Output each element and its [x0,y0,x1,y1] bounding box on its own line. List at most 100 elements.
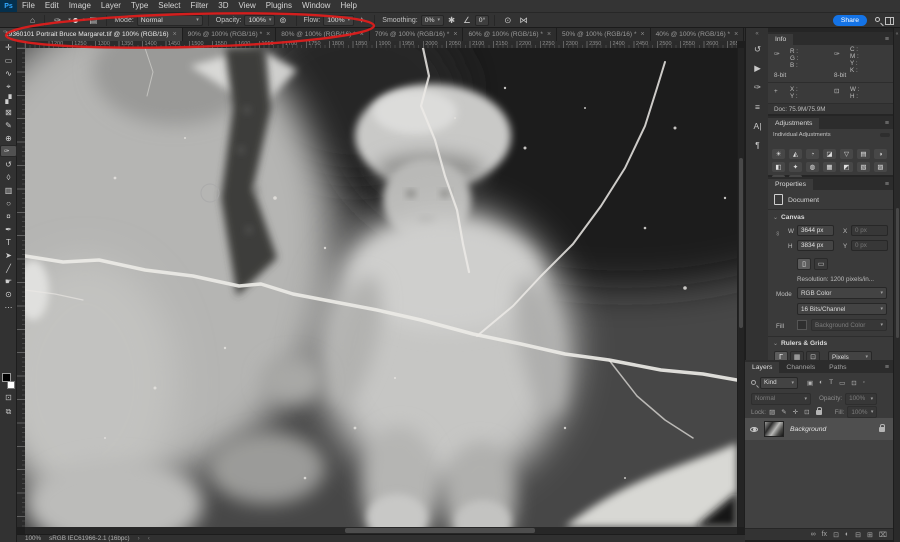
search-icon[interactable] [875,17,880,22]
delete-layer-icon[interactable]: ⌧ [879,531,887,539]
adjustment-color-lookup-icon[interactable]: ▦ [823,162,836,172]
pressure-opacity-icon[interactable]: ⊚ [279,13,286,27]
menu-file[interactable]: File [17,0,40,12]
lock-position-icon[interactable]: ✛ [793,408,798,416]
tab-close-icon[interactable]: × [173,31,177,38]
menu-select[interactable]: Select [153,0,185,12]
menu-type[interactable]: Type [126,0,153,12]
vertical-ruler[interactable] [17,48,25,527]
layer-mask-icon[interactable]: ⊡ [833,531,839,539]
brush-preset-icon[interactable]: ✑ [54,13,61,27]
marquee-tool[interactable]: ▭ [0,54,17,67]
bit-depth-select[interactable]: 16 Bits/Channel▾ [797,303,887,315]
pen-tool[interactable]: ✒ [0,223,17,236]
layer-effects-icon[interactable]: fx [822,531,827,538]
opacity-select[interactable]: 100%▾ [244,15,275,26]
adjustment-layer-icon[interactable]: ◐ [845,531,849,538]
workspace-switcher-icon[interactable] [885,17,894,25]
shape-tool[interactable]: ╱ [0,262,17,275]
tab-info[interactable]: Info [768,34,793,45]
history-brush-tool[interactable]: ↺ [0,158,17,171]
canvas-height-field[interactable]: 3834 px [797,240,834,251]
brush-tip-preview[interactable] [73,18,78,23]
fill-swatch[interactable] [797,320,807,330]
zoom-tool[interactable]: ⊙ [0,288,17,301]
vertical-scrollbar[interactable] [738,48,744,527]
adjustment-black-white-icon[interactable]: ◧ [772,162,785,172]
orientation-landscape-button[interactable]: ▭ [814,258,828,270]
ruler-origin-corner[interactable] [17,41,25,48]
filter-pixel-layers-icon[interactable]: ▣ [807,379,813,387]
lock-paint-icon[interactable]: ✎ [781,408,786,416]
menu-view[interactable]: View [234,0,261,12]
panel-menu-icon[interactable]: ≡ [885,364,889,371]
tab-close-icon[interactable]: × [734,31,738,38]
libraries-panel-icon[interactable]: ≡ [746,97,769,116]
adjustment-invert-icon[interactable]: ◩ [840,162,853,172]
menu-3d[interactable]: 3D [213,0,233,12]
tab-close-icon[interactable]: × [641,31,645,38]
brush-settings-toggle-icon[interactable]: ▤ [89,13,97,27]
move-tool[interactable]: ✛ [0,41,17,54]
horizontal-scrollbar[interactable] [25,527,737,534]
filter-shape-layers-icon[interactable]: ▭ [839,379,845,387]
hand-tool[interactable]: ☛ [0,275,17,288]
brush-size-caret[interactable]: ▾ [83,17,86,23]
layer-group-icon[interactable]: ⊟ [855,531,861,539]
actions-panel-icon[interactable]: ▶ [746,59,769,78]
adjustment-exposure-icon[interactable]: ◪ [823,149,836,159]
type-tool[interactable]: T [0,236,17,249]
tab-close-icon[interactable]: × [547,31,551,38]
smoothing-options-gear-icon[interactable]: ✱ [448,13,455,27]
adjustment-curves-icon[interactable]: ◔ [806,149,819,159]
adjustment-posterize-icon[interactable]: ▧ [857,162,870,172]
brush-preset-caret[interactable]: ▾ [68,17,71,23]
frame-tool[interactable]: ⊠ [0,106,17,119]
adjustment-levels-icon[interactable]: ◭ [789,149,802,159]
eraser-tool[interactable]: ◊ [0,171,17,184]
orientation-portrait-button[interactable]: ▯ [797,258,811,270]
paragraph-panel-icon[interactable]: ¶ [746,135,769,154]
share-button[interactable]: Share [833,15,867,26]
character-panel-icon[interactable]: A| [746,116,769,135]
dodge-tool[interactable]: ¤ [0,210,17,223]
brush-settings-panel-icon[interactable]: ✑ [746,78,769,97]
canvas-section-header[interactable]: ⌄Canvas [773,214,805,221]
adjustment-channel-mixer-icon[interactable]: ◍ [806,162,819,172]
symmetry-icon[interactable]: ⋈ [519,13,528,27]
spot-healing-brush-tool[interactable]: ⊕ [0,132,17,145]
screen-mode-icon[interactable]: ⧉ [0,407,17,417]
menu-layer[interactable]: Layer [96,0,126,12]
adjustment-photo-filter-icon[interactable]: ✦ [789,162,802,172]
gradient-tool[interactable]: ▥ [0,184,17,197]
adjustment-color-balance-icon[interactable]: ◑ [874,149,887,159]
layer-filter-kind-select[interactable]: Kind▾ [760,377,798,389]
link-dimensions-icon[interactable]: ∞ [774,231,781,236]
panel-scrollbar-thumb[interactable] [896,208,899,338]
document-tab-1[interactable]: 90% @ 100% (RGB/16) *× [183,28,277,41]
lock-all-icon[interactable] [816,410,822,415]
status-popup-chevron-left[interactable]: ‹ [148,535,150,542]
edit-toolbar[interactable]: ⋯ [0,301,17,314]
canvas-width-field[interactable]: 3644 px [797,225,834,236]
brush-tool[interactable]: ✑ [0,145,17,157]
document-tab-0[interactable]: 19360101 Portrait Bruce Margaret.tif @ 1… [0,28,183,41]
menu-help[interactable]: Help [335,0,361,12]
pressure-size-icon[interactable]: ⊙ [504,13,511,27]
menu-edit[interactable]: Edit [40,0,64,12]
panel-menu-icon[interactable]: ≡ [885,36,889,43]
collapse-dock-icon[interactable]: « [894,31,900,37]
brush-angle-field[interactable]: 0° [475,15,490,26]
document-tab-2[interactable]: 80% @ 100% (RGB/16) *× [276,28,370,41]
tab-layers[interactable]: Layers [745,362,779,373]
expand-panels-icon[interactable]: « [746,28,768,40]
background-color-swatch[interactable] [7,381,15,389]
adjustment-vibrance-icon[interactable]: ▽ [840,149,853,159]
adjustment-threshold-icon[interactable]: ▨ [874,162,887,172]
flow-select[interactable]: 100%▾ [323,15,354,26]
layer-thumbnail[interactable] [764,421,784,437]
tab-adjustments[interactable]: Adjustments [768,118,819,129]
adjustment-brightness-contrast-icon[interactable]: ☀ [772,149,785,159]
toolbar-collapse-icon[interactable]: « [3,29,6,35]
home-icon[interactable]: ⌂ [30,13,35,27]
